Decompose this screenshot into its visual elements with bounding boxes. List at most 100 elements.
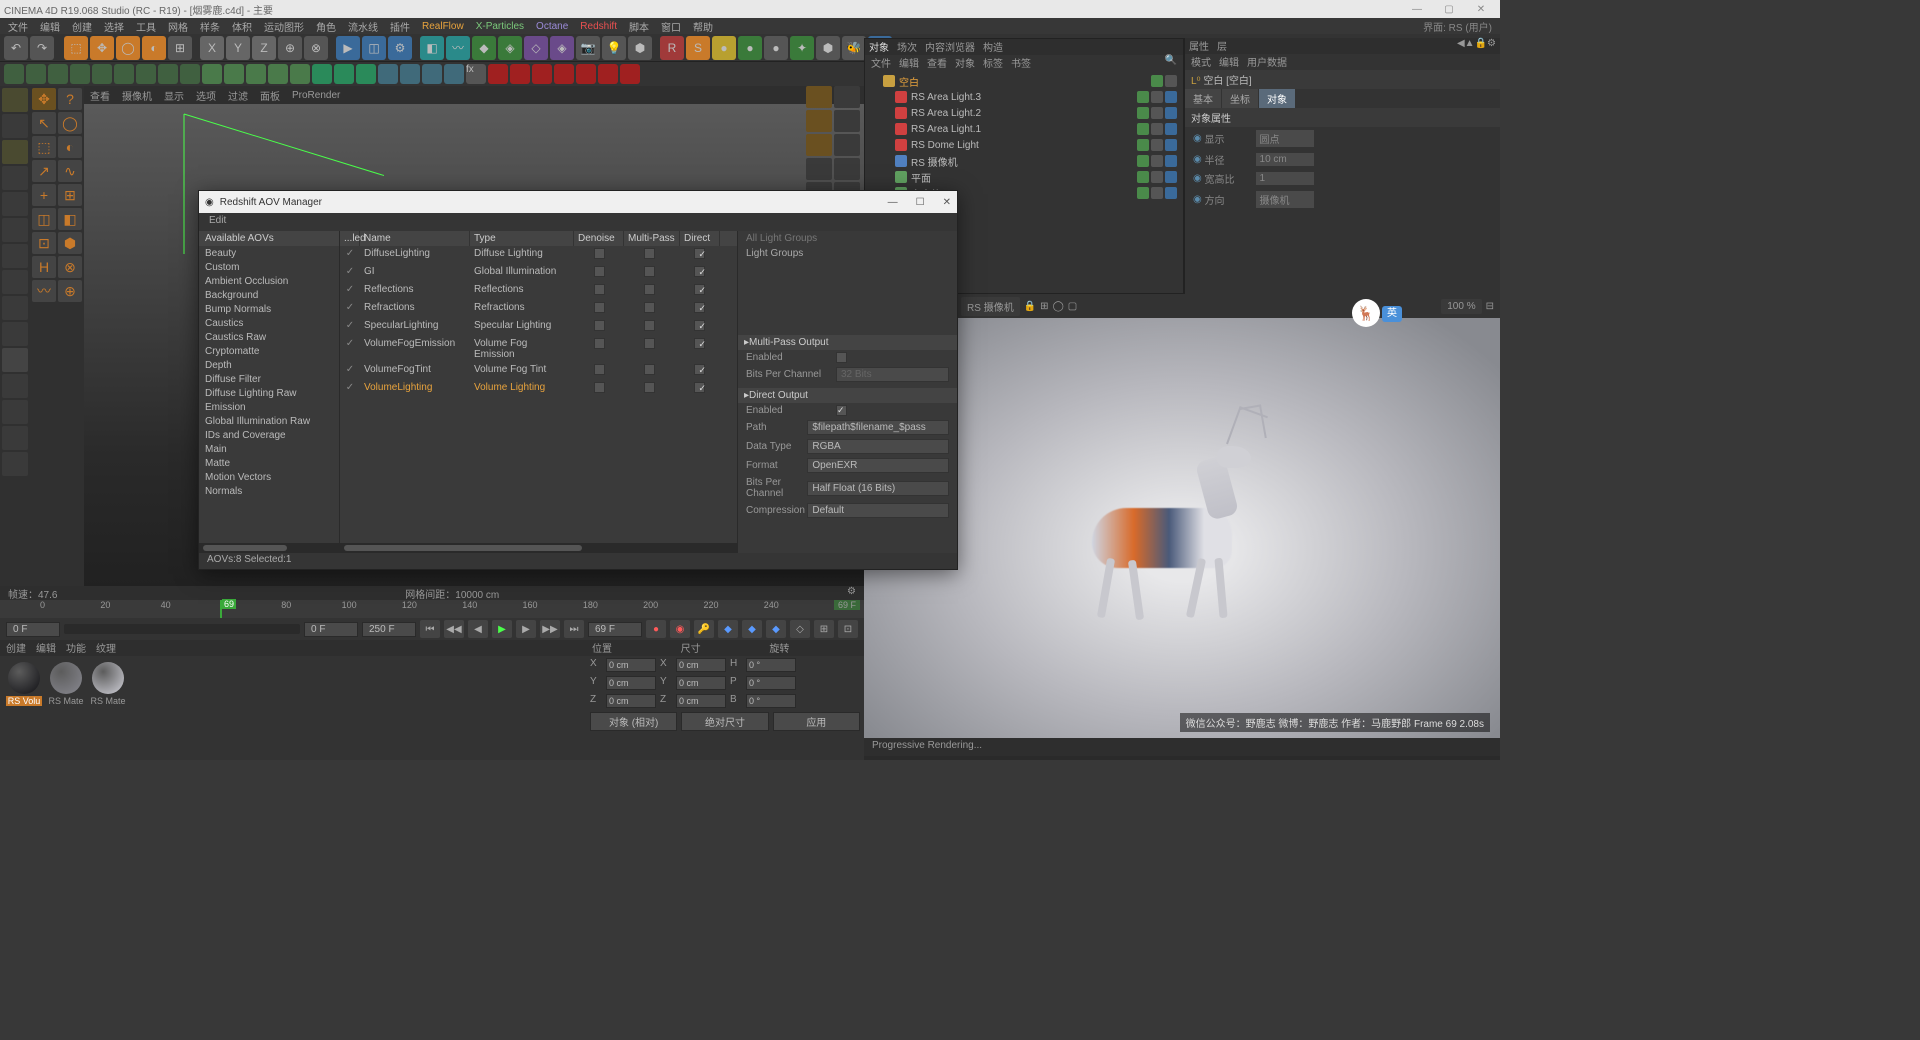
mode-icon[interactable] (2, 296, 28, 320)
tool-icon[interactable]: ↗ (32, 160, 56, 182)
tool-icon[interactable] (224, 64, 244, 84)
available-aov-item[interactable]: Main (199, 442, 339, 456)
vp-tab[interactable]: 摄像机 (122, 88, 152, 103)
primitive-icon[interactable]: 〰 (446, 36, 470, 60)
tool-icon[interactable]: ◯ (1053, 301, 1064, 312)
redshift-icon[interactable]: R (660, 36, 684, 60)
aov-row[interactable]: ✓SpecularLightingSpecular Lighting (340, 318, 737, 336)
tool-icon[interactable] (806, 110, 832, 132)
tool-icon[interactable] (806, 86, 832, 108)
mode-icon[interactable] (2, 88, 28, 112)
key-param-icon[interactable]: ◇ (790, 620, 810, 638)
tool-icon[interactable]: fx (466, 64, 486, 84)
move-axis-icon[interactable]: ✥ (32, 88, 56, 110)
tool-icon[interactable]: ⊗ (304, 36, 328, 60)
settings-icon[interactable]: ⚙ (847, 586, 856, 600)
tool-icon[interactable] (4, 64, 24, 84)
mat-tab[interactable]: 纹理 (96, 640, 116, 656)
deformer-icon[interactable]: ◇ (524, 36, 548, 60)
tool-icon[interactable]: ⬢ (58, 232, 82, 254)
om-tab-objects[interactable]: 对象 (869, 39, 889, 55)
search-icon[interactable]: 🔍 (1165, 55, 1177, 71)
mode-icon[interactable] (2, 218, 28, 242)
rot-input[interactable] (746, 658, 796, 672)
aov-row[interactable]: ✓GIGlobal Illumination (340, 264, 737, 282)
do-enabled-checkbox[interactable] (836, 405, 847, 416)
tool-icon[interactable]: ⊕ (58, 280, 82, 302)
tool-icon[interactable]: ⊞ (814, 620, 834, 638)
mode-icon[interactable] (2, 192, 28, 216)
mode-icon[interactable] (2, 322, 28, 346)
aov-row[interactable]: ✓RefractionsRefractions (340, 300, 737, 318)
tool-icon[interactable] (806, 158, 832, 180)
tool-icon[interactable] (70, 64, 90, 84)
tool-icon[interactable]: ⬚ (32, 136, 56, 158)
help-icon[interactable]: ? (58, 88, 82, 110)
size-input[interactable] (676, 694, 726, 708)
rot-input[interactable] (746, 694, 796, 708)
vp-tab[interactable]: 查看 (90, 88, 110, 103)
close-button[interactable]: ✕ (1466, 4, 1496, 15)
mode-icon[interactable] (2, 270, 28, 294)
undo-icon[interactable]: ↶ (4, 36, 28, 60)
menu-item[interactable]: 脚本 (625, 19, 653, 34)
tool-icon[interactable] (422, 64, 442, 84)
render-image[interactable]: 微信公众号：野鹿志 微博：野鹿志 作者：马鹿野郎 Frame 69 2.08s (864, 318, 1500, 738)
tool-icon[interactable] (26, 64, 46, 84)
z-lock-icon[interactable]: Z (252, 36, 276, 60)
coord-mode-dropdown[interactable]: 对象 (相对) (590, 712, 677, 731)
aov-row[interactable]: ✓VolumeFogTintVolume Fog Tint (340, 362, 737, 380)
tool-icon[interactable]: ⊕ (278, 36, 302, 60)
menu-item[interactable]: 创建 (68, 19, 96, 34)
tool-icon[interactable] (334, 64, 354, 84)
size-input[interactable] (676, 676, 726, 690)
redo-icon[interactable]: ↷ (30, 36, 54, 60)
rs-icon[interactable] (510, 64, 530, 84)
om-menu[interactable]: 编辑 (899, 55, 919, 71)
available-aov-item[interactable]: Diffuse Lighting Raw (199, 386, 339, 400)
render-settings-icon[interactable]: ⚙ (388, 36, 412, 60)
tool-icon[interactable]: ⊡ (32, 232, 56, 254)
ime-badge[interactable]: 英 (1382, 306, 1402, 322)
tool-icon[interactable] (268, 64, 288, 84)
minimize-button[interactable]: — (1402, 4, 1432, 15)
available-aov-item[interactable]: Cryptomatte (199, 344, 339, 358)
attr-btab-basic[interactable]: 基本 (1185, 89, 1221, 108)
rs-icon[interactable] (554, 64, 574, 84)
plugin-icon[interactable]: ⬢ (816, 36, 840, 60)
col-name[interactable]: Name (360, 231, 470, 246)
layout-selector[interactable]: 界面: RS (用户) (1419, 19, 1496, 34)
object-row[interactable]: RS Dome Light (871, 137, 1177, 153)
object-row[interactable]: RS Area Light.3 (871, 89, 1177, 105)
do-path-input[interactable] (807, 420, 949, 435)
menu-item[interactable]: 窗口 (657, 19, 685, 34)
pend[interactable]: 250 F (362, 622, 416, 637)
om-menu[interactable]: 对象 (955, 55, 975, 71)
material-item[interactable]: RS Volu (6, 662, 42, 706)
tool-icon[interactable] (136, 64, 156, 84)
attr-tab[interactable]: 属性 (1189, 38, 1209, 54)
attr-menu[interactable]: 用户数据 (1247, 54, 1287, 70)
start-frame[interactable]: 0 F (6, 622, 60, 637)
tool-icon[interactable] (48, 64, 68, 84)
om-menu[interactable]: 文件 (871, 55, 891, 71)
camera-icon[interactable]: 📷 (576, 36, 600, 60)
tool-icon[interactable]: ◐ (142, 36, 166, 60)
plugin-icon[interactable]: ● (712, 36, 736, 60)
key-pos-icon[interactable]: ◆ (718, 620, 738, 638)
menu-item[interactable]: 文件 (4, 19, 32, 34)
rs-icon[interactable] (576, 64, 596, 84)
range-slider[interactable] (64, 624, 300, 634)
menu-item[interactable]: 工具 (132, 19, 160, 34)
object-row[interactable]: RS Area Light.1 (871, 121, 1177, 137)
aov-row[interactable]: ✓DiffuseLightingDiffuse Lighting (340, 246, 737, 264)
om-tab[interactable]: 内容浏览器 (925, 39, 975, 55)
key-scale-icon[interactable]: ◆ (766, 620, 786, 638)
tool-icon[interactable]: 〰 (32, 280, 56, 302)
key-rot-icon[interactable]: ◆ (742, 620, 762, 638)
material-item[interactable]: RS Mate (90, 662, 126, 706)
vp-tab[interactable]: 过滤 (228, 88, 248, 103)
available-aov-item[interactable]: Motion Vectors (199, 470, 339, 484)
prev-key-icon[interactable]: ◀◀ (444, 620, 464, 638)
mat-tab[interactable]: 编辑 (36, 640, 56, 656)
